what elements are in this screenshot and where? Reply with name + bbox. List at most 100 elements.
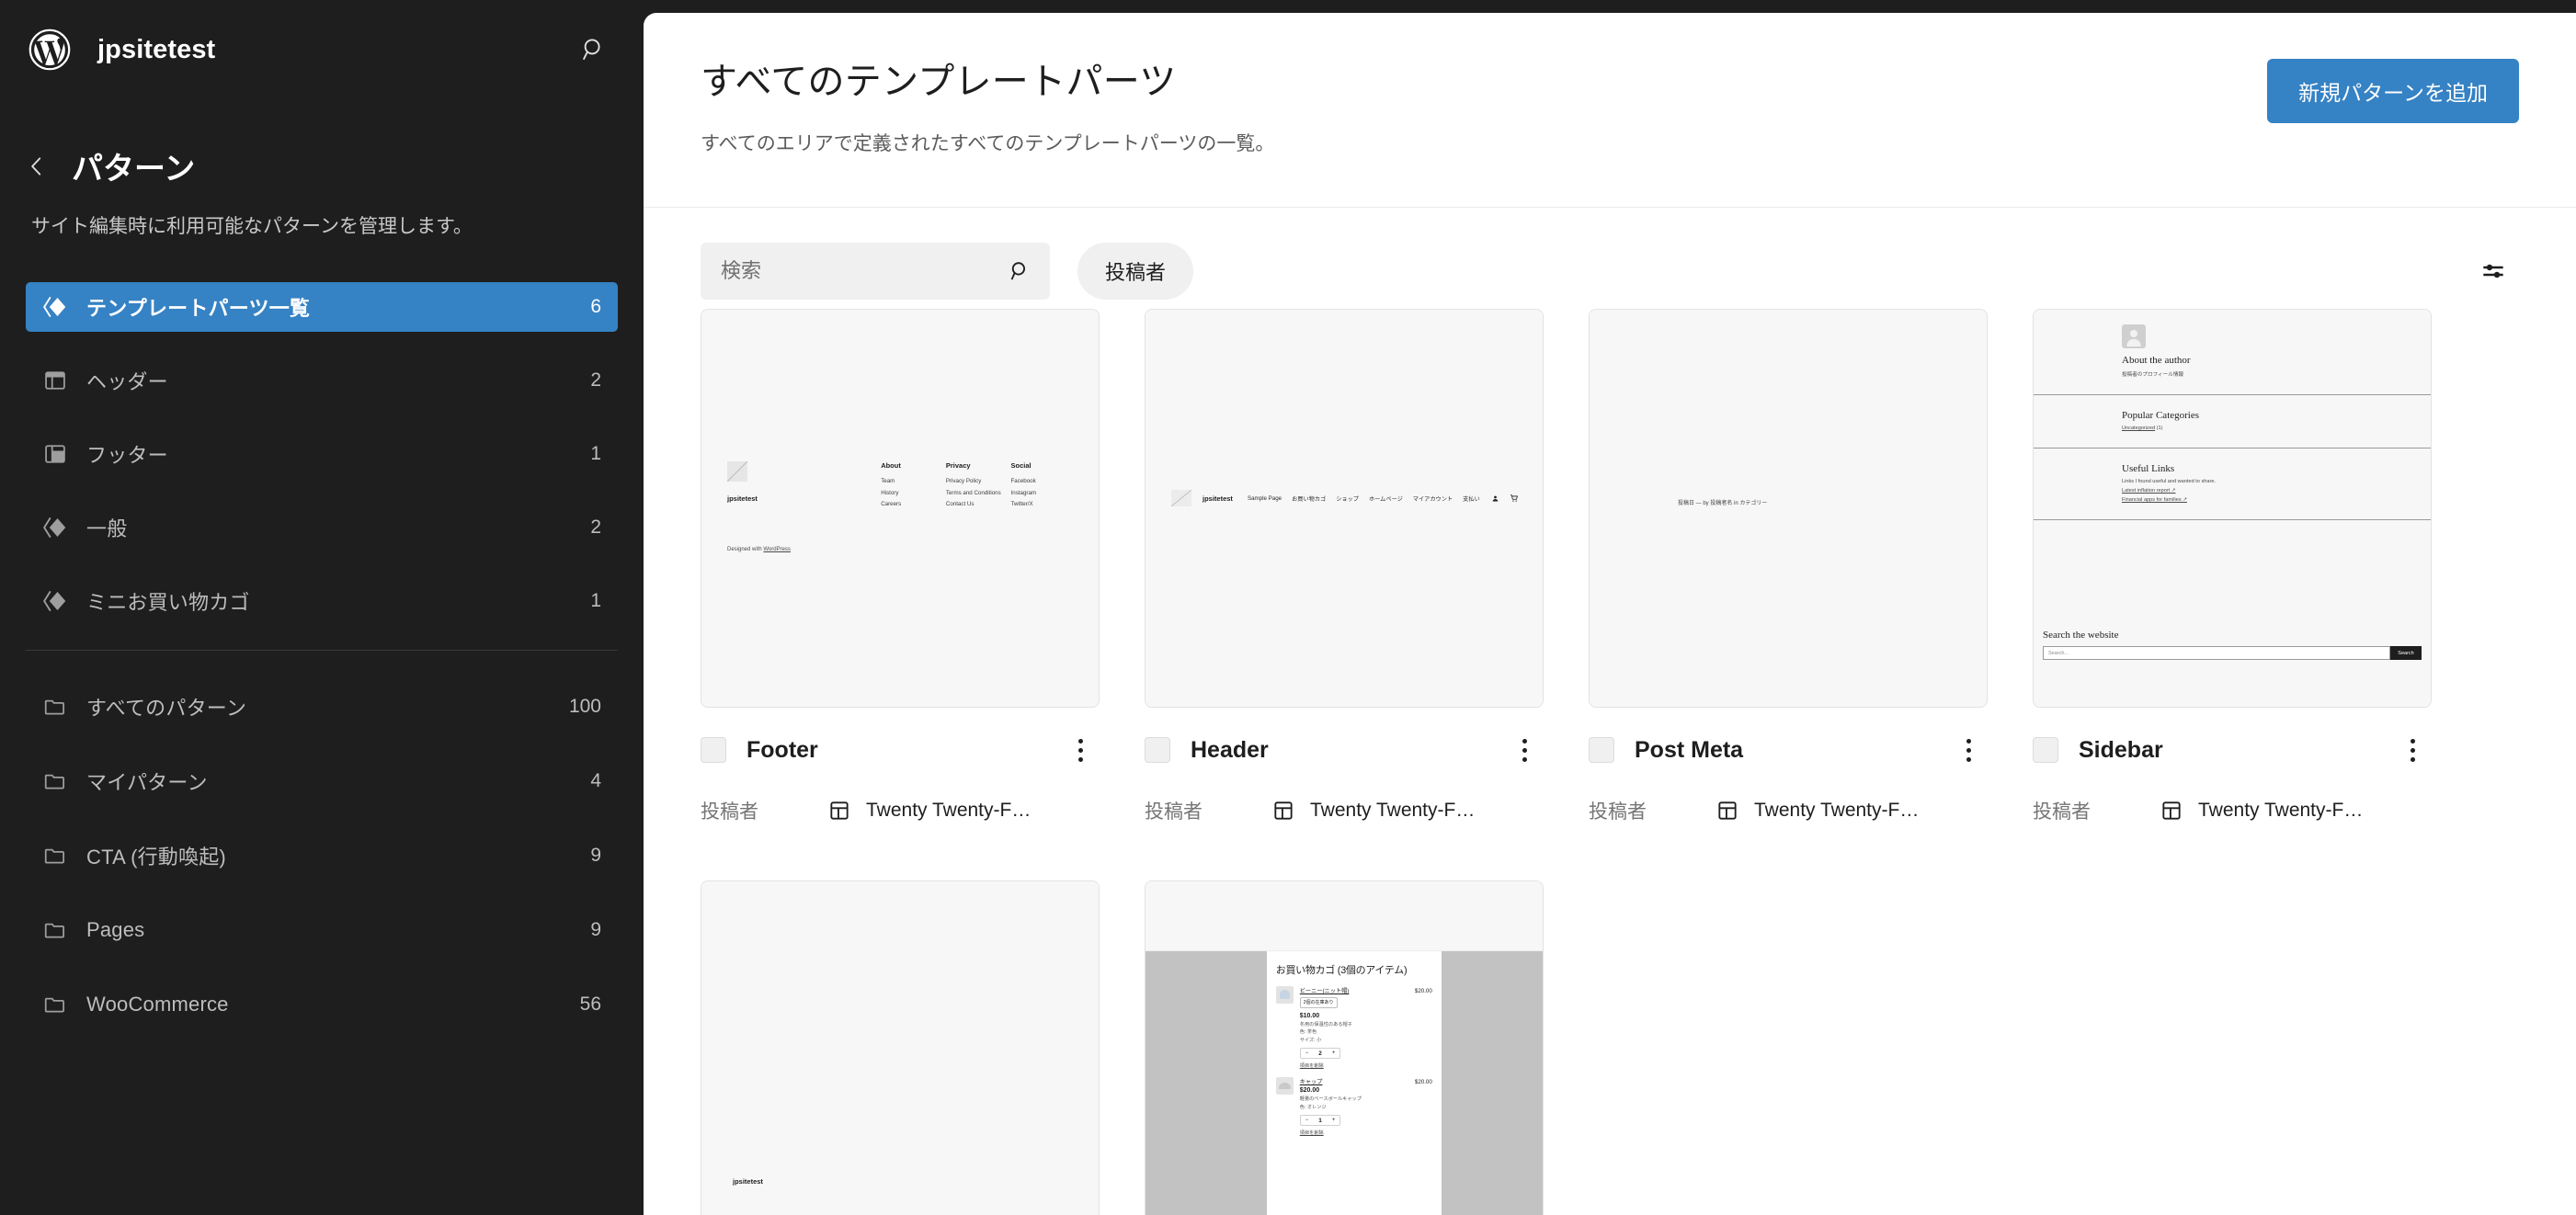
sidebar-item-template-parts[interactable]: テンプレートパーツ一覧 6 xyxy=(26,281,618,332)
pattern-card: jpsitetest Sample Page お買い物カゴ ショップ ホームペー… xyxy=(1145,309,1544,829)
sidebar-item-label: ヘッダー xyxy=(86,369,168,393)
pattern-card: 投稿日 — by 投稿者名 in カテゴリー Post Meta 投稿者 Twe… xyxy=(1589,309,1988,829)
quantity-stepper: − 2 + xyxy=(1299,1048,1341,1060)
card-checkbox[interactable] xyxy=(1145,737,1170,763)
pattern-card: About the author 投稿者のプロフィール情報 Popular Ca… xyxy=(2033,309,2432,829)
nav-link: Sample Page xyxy=(1247,494,1282,502)
sidebar-item-pages[interactable]: Pages 9 xyxy=(26,905,618,955)
product-attr: サイズ: 小 xyxy=(1299,1037,1322,1043)
pattern-icon xyxy=(39,290,72,324)
pattern-icon xyxy=(39,511,72,544)
increment-icon: + xyxy=(1331,1118,1336,1124)
search-input[interactable] xyxy=(701,243,1050,300)
stock-badge: 2個の在庫あり xyxy=(1299,997,1338,1008)
sidebar-item-label: WooCommerce xyxy=(86,992,229,1016)
sidebar-item-label: マイパターン xyxy=(86,770,208,794)
sidebar-item-label: すべてのパターン xyxy=(86,696,247,720)
sidebar-item-header[interactable]: ヘッダー 2 xyxy=(26,356,618,405)
sidebar: jpsitetest パターン サイト編集時に利用可能なパターンを管理します。 xyxy=(0,0,644,1215)
preview-site-name: jpsitetest xyxy=(727,494,758,503)
sidebar-item-label: 一般 xyxy=(86,517,128,540)
useful-link: Latest inflation report ↗ xyxy=(2122,488,2176,494)
decrement-icon: − xyxy=(1305,1050,1309,1057)
pattern-preview-footer[interactable]: jpsitetest About Team History Careers Pr… xyxy=(701,309,1100,708)
post-meta-line: 投稿日 — by 投稿者名 in カテゴリー xyxy=(1678,501,1768,506)
preview-site-name: jpsitetest xyxy=(1203,494,1233,503)
pattern-preview-sidebar[interactable]: About the author 投稿者のプロフィール情報 Popular Ca… xyxy=(2033,309,2432,708)
sidebar-item-general[interactable]: 一般 2 xyxy=(26,503,618,552)
search-icon[interactable] xyxy=(1006,257,1033,285)
search-icon[interactable] xyxy=(570,26,618,74)
card-checkbox[interactable] xyxy=(1589,737,1614,763)
card-header-row: Post Meta xyxy=(1589,719,1988,781)
add-pattern-button[interactable]: 新規パターンを追加 xyxy=(2267,59,2519,123)
sidebar-item-count: 2 xyxy=(590,516,601,538)
links-text: Links I found useful and wanted to share… xyxy=(2122,479,2216,484)
sidebar-item-count: 56 xyxy=(579,993,601,1015)
card-checkbox[interactable] xyxy=(701,737,726,763)
kebab-menu-icon[interactable] xyxy=(1949,731,1988,769)
kebab-menu-icon[interactable] xyxy=(1061,731,1100,769)
footer-layout-icon xyxy=(39,437,72,471)
main-panel: すべてのテンプレートパーツ すべてのエリアで定義されたすべてのテンプレートパーツ… xyxy=(644,13,2576,1215)
card-author-value: Twenty Twenty-F… xyxy=(1310,800,1476,821)
quantity-value: 1 xyxy=(1318,1117,1322,1124)
card-author-value: Twenty Twenty-F… xyxy=(2198,800,2364,821)
footer-link: Instagram xyxy=(1010,489,1037,496)
pattern-preview-blank[interactable]: jpsitetest xyxy=(701,880,1100,1215)
kebab-menu-icon[interactable] xyxy=(1505,731,1544,769)
categories-link: Uncategorized xyxy=(2122,426,2156,431)
sidebar-item-footer[interactable]: フッター 1 xyxy=(26,429,618,479)
kebab-menu-icon[interactable] xyxy=(2393,731,2432,769)
footer-column: Social Facebook Instagram Twitter/X xyxy=(1011,461,1077,513)
preview-nav: Sample Page お買い物カゴ ショップ ホームページ マイアカウント 支… xyxy=(1248,494,1480,503)
sidebar-item-label: ミニお買い物カゴ xyxy=(86,590,250,614)
card-header-row: Header xyxy=(1145,719,1544,781)
chevron-left-icon[interactable] xyxy=(17,146,57,187)
site-editor-app: jpsitetest パターン サイト編集時に利用可能なパターンを管理します。 xyxy=(0,0,2576,1215)
search-field[interactable] xyxy=(701,243,1050,300)
sidebar-item-all-patterns[interactable]: すべてのパターン 100 xyxy=(26,682,618,732)
sidebar-item-label: フッター xyxy=(86,443,168,467)
nav-link: 支払い xyxy=(1463,495,1480,503)
cart-icon xyxy=(1510,494,1518,502)
patterns-grid: jpsitetest About Team History Careers Pr… xyxy=(644,309,2576,1215)
sidebar-item-woocommerce[interactable]: WooCommerce 56 xyxy=(26,980,618,1029)
folder-icon xyxy=(39,839,72,872)
author-filter-chip[interactable]: 投稿者 xyxy=(1077,243,1194,300)
sidebar-item-count: 1 xyxy=(590,589,601,611)
footer-column: About Team History Careers xyxy=(881,461,946,513)
card-author-row: 投稿者 Twenty Twenty-F… xyxy=(1589,792,1988,829)
template-part-icon xyxy=(1714,797,1741,824)
card-author-row: 投稿者 Twenty Twenty-F… xyxy=(701,792,1100,829)
pattern-preview-header[interactable]: jpsitetest Sample Page お買い物カゴ ショップ ホームペー… xyxy=(1145,309,1544,708)
mini-cart-item: キャップ $20.00 $20.00 軽量のベースボールキャップ 色: オレンジ… xyxy=(1275,1077,1432,1136)
footer-column-heading: Privacy xyxy=(945,461,971,470)
wordpress-logo-icon[interactable] xyxy=(26,26,74,74)
sidebar-item-count: 9 xyxy=(590,844,601,866)
card-author-row: 投稿者 Twenty Twenty-F… xyxy=(1145,792,1544,829)
sidebar-item-cta[interactable]: CTA (行動喚起) 9 xyxy=(26,831,618,880)
author-text: 投稿者のプロフィール情報 xyxy=(2122,372,2184,378)
card-author-value: Twenty Twenty-F… xyxy=(1754,800,1920,821)
sidebar-item-label: テンプレートパーツ一覧 xyxy=(86,296,311,320)
pattern-preview-mini-cart[interactable]: お買い物カゴ (3個のアイテム) ビーニー(ニット帽) $20.00 2個の在庫… xyxy=(1145,880,1544,1215)
sliders-filter-icon[interactable] xyxy=(2468,245,2519,297)
links-heading: Useful Links xyxy=(2122,463,2175,474)
nav-link: マイアカウント xyxy=(1412,495,1453,503)
footer-link: Terms and Conditions xyxy=(945,489,1001,496)
sidebar-item-my-patterns[interactable]: マイパターン 4 xyxy=(26,756,618,806)
card-checkbox[interactable] xyxy=(2033,737,2058,763)
folder-icon xyxy=(39,914,72,947)
nav-link: ショップ xyxy=(1336,495,1359,503)
sidebar-item-count: 1 xyxy=(590,442,601,464)
card-header-row: Sidebar xyxy=(2033,719,2432,781)
footer-link: Careers xyxy=(881,501,902,507)
product-thumbnail xyxy=(1275,986,1294,1004)
sidebar-nav-secondary: すべてのパターン 100 マイパターン 4 CTA (行動喚起) 9 Pages… xyxy=(0,682,644,1029)
sidebar-item-mini-cart[interactable]: ミニお買い物カゴ 1 xyxy=(26,576,618,626)
pattern-preview-post-meta[interactable]: 投稿日 — by 投稿者名 in カテゴリー xyxy=(1589,309,1988,708)
product-desc: 軽量のベースボールキャップ xyxy=(1299,1096,1362,1103)
template-part-icon xyxy=(826,797,853,824)
useful-link: Financial apps for families ↗ xyxy=(2122,497,2187,503)
